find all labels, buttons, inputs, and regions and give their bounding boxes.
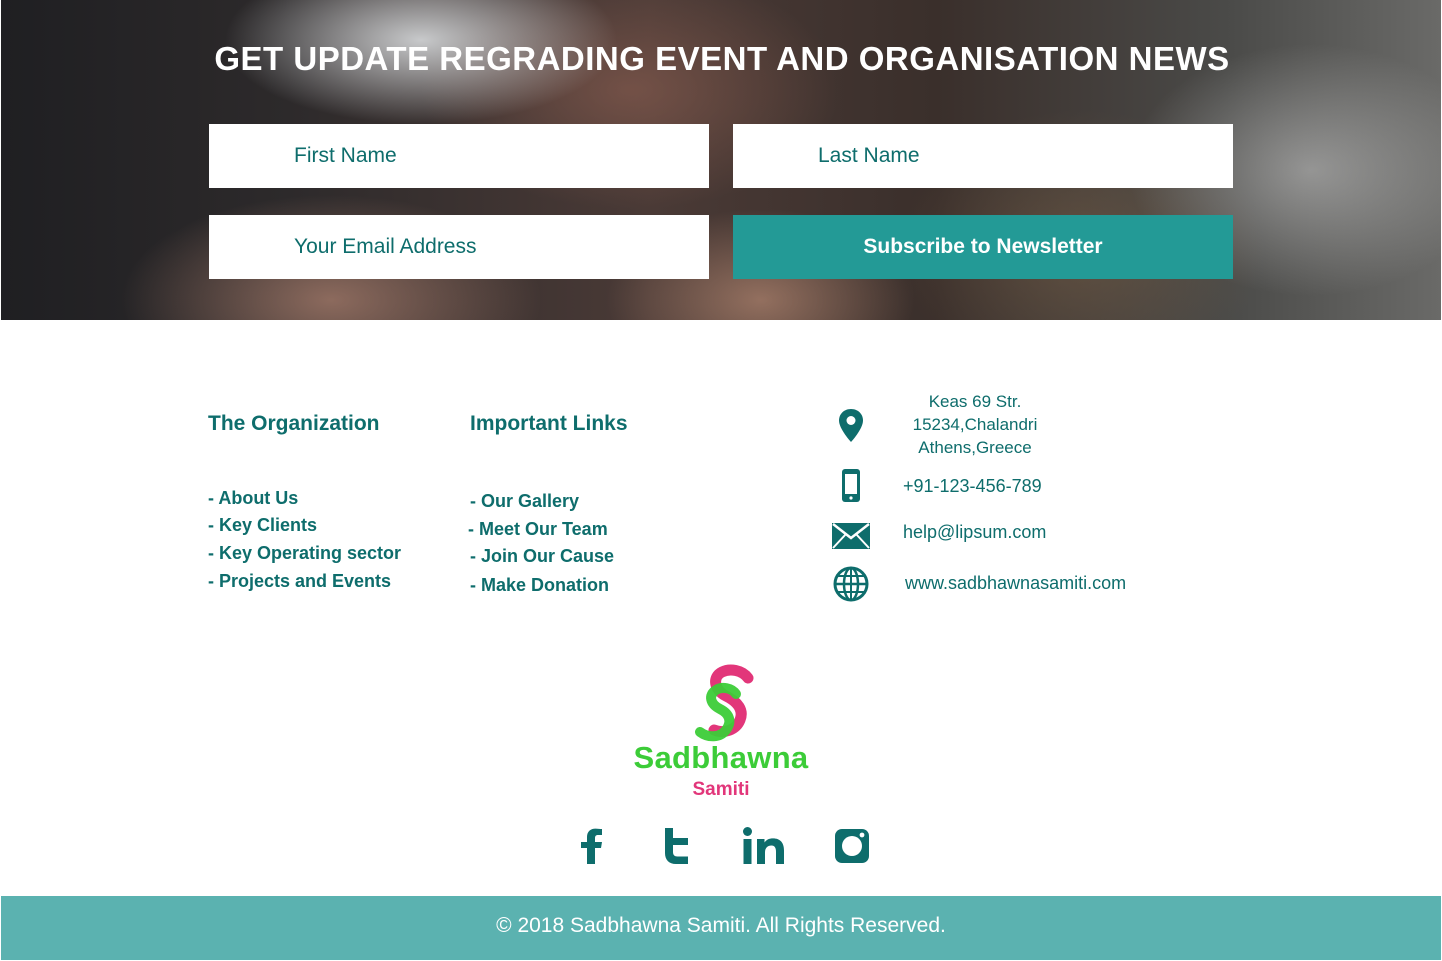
email-input[interactable] xyxy=(209,215,709,279)
logo-subtitle: Samiti xyxy=(692,779,750,800)
important-links-list: - Our Gallery - Meet Our Team - Join Our… xyxy=(468,491,614,603)
facebook-icon[interactable] xyxy=(572,826,612,866)
address-line-1: Keas 69 Str. xyxy=(928,392,1022,411)
globe-icon xyxy=(833,566,869,602)
link-key-clients[interactable]: - Key Clients xyxy=(208,515,401,543)
first-name-input[interactable] xyxy=(209,124,709,188)
instagram-glyph xyxy=(835,829,869,863)
website-link[interactable]: www.sadbhawnasamiti.com xyxy=(905,573,1126,594)
link-our-gallery[interactable]: - Our Gallery xyxy=(468,491,614,519)
address-line-2: 15234,Chalandri xyxy=(912,415,1038,434)
link-meet-our-team[interactable]: - Meet Our Team xyxy=(468,519,614,546)
linkedin-glyph xyxy=(743,827,784,864)
subscribe-button[interactable]: Subscribe to Newsletter xyxy=(733,215,1233,279)
instagram-icon[interactable] xyxy=(832,826,872,866)
link-about-us[interactable]: - About Us xyxy=(208,488,401,515)
link-key-operating-sector[interactable]: - Key Operating sector xyxy=(208,543,401,571)
last-name-input[interactable] xyxy=(733,124,1233,188)
organization-links: - About Us - Key Clients - Key Operating… xyxy=(208,488,401,599)
newsletter-section: GET UPDATE REGRADING EVENT AND ORGANISAT… xyxy=(1,0,1441,320)
linkedin-icon[interactable] xyxy=(742,826,784,866)
logo-name: Sadbhawna xyxy=(633,740,809,775)
twitter-icon[interactable] xyxy=(658,826,698,866)
location-pin-icon xyxy=(839,409,863,442)
envelope-icon xyxy=(832,523,870,549)
sadbhawna-logo-mark xyxy=(695,664,754,742)
newsletter-title: GET UPDATE REGRADING EVENT AND ORGANISAT… xyxy=(214,40,1230,77)
important-links-heading: Important Links xyxy=(470,412,628,435)
copyright-bar: © 2018 Sadbhawna Samiti. All Rights Rese… xyxy=(1,896,1441,960)
email-link[interactable]: help@lipsum.com xyxy=(903,522,1046,543)
copyright-text: © 2018 Sadbhawna Samiti. All Rights Rese… xyxy=(496,914,946,937)
address: Keas 69 Str. 15234,Chalandri Athens,Gree… xyxy=(895,390,1055,459)
mobile-phone-icon xyxy=(842,469,860,502)
facebook-glyph xyxy=(581,828,602,864)
organization-heading: The Organization xyxy=(208,412,380,435)
address-line-3: Athens,Greece xyxy=(918,438,1032,457)
link-make-donation[interactable]: - Make Donation xyxy=(468,575,614,603)
link-join-our-cause[interactable]: - Join Our Cause xyxy=(468,546,614,575)
twitter-glyph xyxy=(665,828,688,864)
phone-number: +91-123-456-789 xyxy=(903,476,1042,496)
link-projects-and-events[interactable]: - Projects and Events xyxy=(208,571,401,599)
